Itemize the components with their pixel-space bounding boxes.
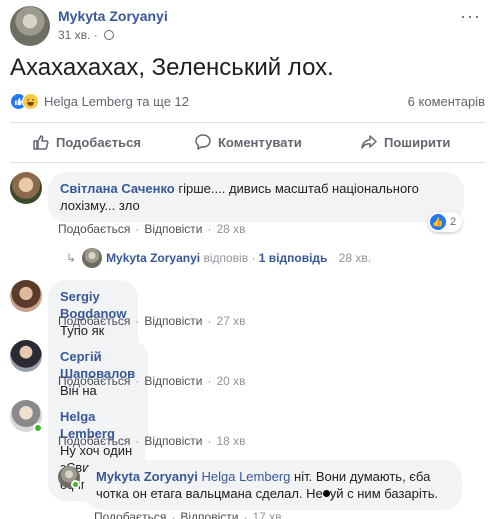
facebook-post: Mykyta Zoryanyi 31 хв. · ··· Ахахахахах,… xyxy=(0,0,495,519)
author-avatar[interactable] xyxy=(10,6,50,46)
comment-reply-link[interactable]: Відповісти xyxy=(144,434,202,448)
like-label: Подобається xyxy=(56,134,141,150)
comment-like-link[interactable]: Подобається xyxy=(58,314,130,328)
reply-time: 28 хв. xyxy=(338,251,372,265)
redaction-blot xyxy=(322,490,330,497)
comment-reply-link[interactable]: Відповісти xyxy=(144,374,202,388)
reply-author[interactable]: Mykyta Zoryanyi xyxy=(96,469,198,484)
share-button[interactable]: Поширити xyxy=(360,126,450,158)
comment-time[interactable]: 18 хв xyxy=(216,434,245,448)
comment-like-link[interactable]: Подобається xyxy=(58,434,130,448)
comment-like-link[interactable]: Подобається xyxy=(58,222,130,236)
reactions-row: Helga Lemberg та ще 12 6 коментарів xyxy=(10,92,485,112)
like-icon xyxy=(33,135,49,150)
comment-actions: Подобається · Відповісти · 28 хв xyxy=(58,222,246,236)
globe-icon xyxy=(104,30,115,40)
haha-reaction-icon[interactable] xyxy=(22,93,39,110)
reactions-summary[interactable]: Helga Lemberg та ще 12 xyxy=(44,94,189,109)
post-meta: 31 хв. · xyxy=(58,28,115,42)
commenter-avatar[interactable] xyxy=(10,280,42,312)
comment-label: Коментувати xyxy=(218,134,302,150)
comment-time[interactable]: 27 хв xyxy=(216,314,245,328)
view-replies-link[interactable]: ↳ Mykyta Zoryanyi відповів · 1 відповідь … xyxy=(66,248,371,268)
online-status-indicator xyxy=(33,423,43,433)
reply-bubble: Mykyta Zoryanyi Helga Lemberg ніт. Вони … xyxy=(84,460,462,510)
comment-actions: Подобається · Відповісти · 18 хв xyxy=(58,434,246,448)
reply-text-continued: уй с ним базаріть. xyxy=(329,486,439,501)
comment-like-link[interactable]: Подобається xyxy=(58,374,130,388)
reply-reply-link[interactable]: Відповісти xyxy=(180,510,238,519)
commenter-avatar[interactable] xyxy=(10,172,42,204)
reply-time[interactable]: 17 хв xyxy=(252,510,281,519)
like-button[interactable]: Подобається xyxy=(32,126,141,158)
divider xyxy=(10,162,485,163)
comment-actions: Подобається · Відповісти · 27 хв xyxy=(58,314,246,328)
comment-reply-link[interactable]: Відповісти xyxy=(144,222,202,236)
like-reaction-icon: 👍 xyxy=(430,214,446,230)
post-header: Mykyta Zoryanyi 31 хв. · ··· xyxy=(10,6,485,46)
mentioned-user[interactable]: Helga Lemberg xyxy=(202,469,291,484)
comment-button[interactable]: Коментувати xyxy=(194,126,302,158)
comment-icon xyxy=(195,134,211,150)
replies-count[interactable]: 1 відповідь xyxy=(259,251,328,265)
reply-like-link[interactable]: Подобається xyxy=(94,510,166,519)
reaction-count: 2 xyxy=(450,216,457,228)
comment-time[interactable]: 20 хв xyxy=(216,374,245,388)
comment-bubble: Світлана Саченко гірше.... дивись масшта… xyxy=(48,172,464,222)
comment-reply-link[interactable]: Відповісти xyxy=(144,314,202,328)
post-text: Ахахахахах, Зеленський лох. xyxy=(10,54,334,81)
share-label: Поширити xyxy=(384,134,451,150)
comments-count[interactable]: 6 коментарів xyxy=(408,94,485,109)
post-time[interactable]: 31 хв. xyxy=(58,28,90,42)
comment-reaction-badge[interactable]: 👍 2 xyxy=(428,212,463,232)
divider xyxy=(10,122,485,123)
commenter-avatar[interactable] xyxy=(10,340,42,372)
share-icon xyxy=(361,135,377,149)
replier-avatar xyxy=(82,248,103,268)
more-options-icon[interactable]: ··· xyxy=(460,6,481,27)
reply-arrow-icon: ↳ xyxy=(66,251,77,265)
author-name[interactable]: Mykyta Zoryanyi xyxy=(58,8,168,24)
online-status-indicator xyxy=(71,480,80,489)
replier-name[interactable]: Mykyta Zoryanyi xyxy=(106,251,200,265)
comment-actions: Подобається · Відповісти · 20 хв xyxy=(58,374,246,388)
comment-author[interactable]: Світлана Саченко xyxy=(60,181,175,196)
action-bar: Подобається Коментувати Поширити xyxy=(10,126,485,158)
reply-actions: Подобається · Відповісти · 17 хв xyxy=(94,510,282,519)
comment-time[interactable]: 28 хв xyxy=(216,222,245,236)
